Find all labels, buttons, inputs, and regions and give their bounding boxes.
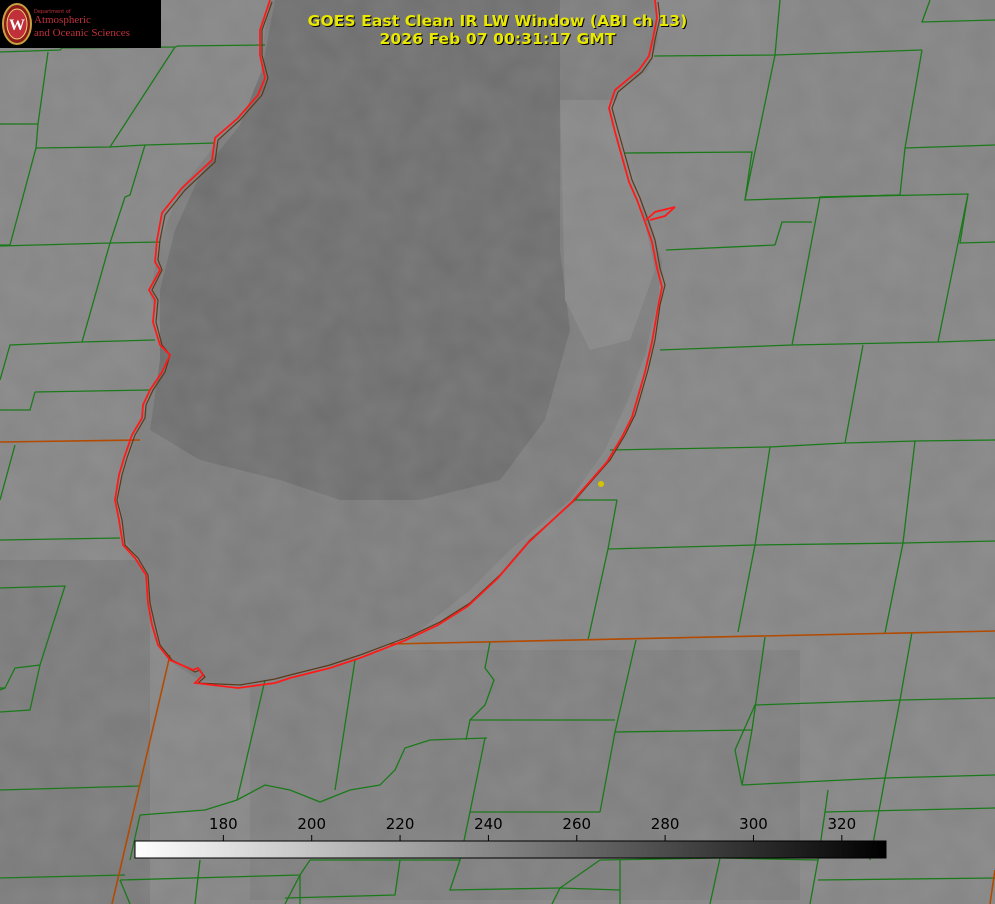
colorbar-tick-label: 260 <box>562 815 592 833</box>
image-timestamp: 2026 Feb 07 00:31:17 GMT <box>379 30 616 48</box>
colorbar-tick-label: 200 <box>297 815 327 833</box>
image-title: GOES East Clean IR LW Window (ABI ch 13) <box>307 12 688 30</box>
colorbar-tick-label: 300 <box>739 815 768 833</box>
location-marker <box>598 481 604 487</box>
colorbar-tick-label: 220 <box>385 815 415 833</box>
texture-overlay <box>0 0 995 904</box>
colorbar-tick-label: 240 <box>474 815 503 833</box>
colorbar-tick-label: 320 <box>827 815 857 833</box>
satellite-map <box>0 0 995 904</box>
colorbar-tick-label: 180 <box>209 815 238 833</box>
colorbar-gradient <box>134 840 887 859</box>
colorbar-tick-label: 280 <box>650 815 680 833</box>
